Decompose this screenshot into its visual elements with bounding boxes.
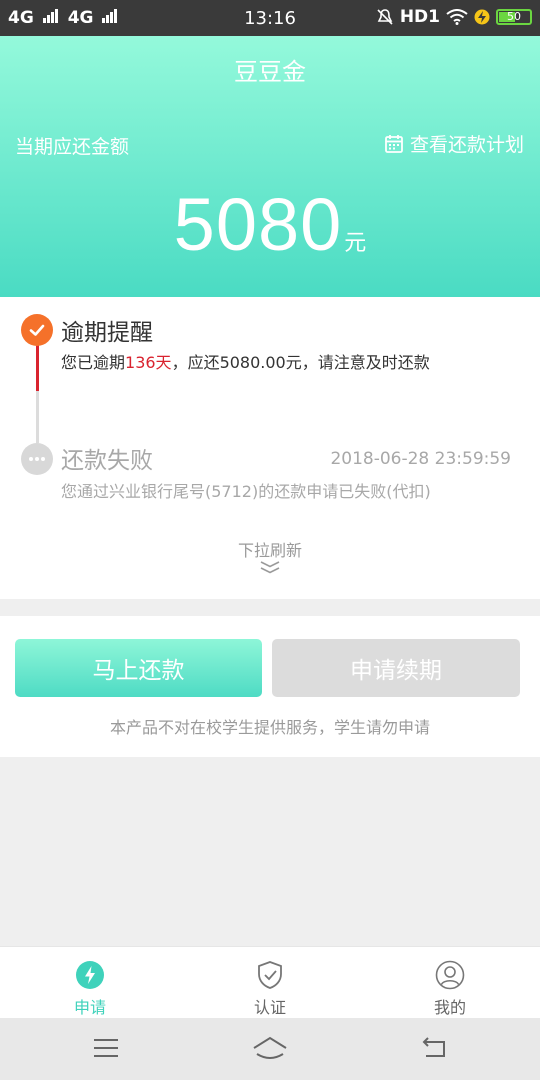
calendar-icon xyxy=(385,134,403,153)
menu-icon[interactable] xyxy=(92,1034,120,1062)
user-icon xyxy=(434,959,466,991)
check-icon xyxy=(21,314,53,346)
home-icon[interactable] xyxy=(252,1034,288,1062)
repay-now-button[interactable]: 马上还款 xyxy=(15,639,262,697)
due-amount-label: 当期应还金额 xyxy=(15,136,130,158)
wifi-icon xyxy=(446,9,468,25)
battery-level: 50 xyxy=(507,10,521,23)
desc-prefix: 您已逾期 xyxy=(61,353,126,372)
bottom-nav: 申请 认证 我的 xyxy=(0,946,540,1018)
action-panel: 马上还款 申请续期 本产品不对在校学生提供服务，学生请勿申请 xyxy=(0,616,540,757)
view-repayment-plan-link[interactable]: 查看还款计划 xyxy=(384,130,524,157)
timeline-connector xyxy=(36,339,39,391)
nav-label: 认证 xyxy=(253,998,286,1017)
repayment-failed-desc: 您通过兴业银行尾号(5712)的还款申请已失败(代扣) xyxy=(61,482,431,501)
double-chevron-down-icon xyxy=(260,561,280,574)
overdue-reminder-desc: 您已逾期136天，应还5080.00元，请注意及时还款 xyxy=(61,349,430,373)
repayment-failed-title: 还款失败 xyxy=(61,448,153,474)
shield-check-icon xyxy=(254,959,286,991)
plan-link-label: 查看还款计划 xyxy=(409,134,524,156)
amount-unit: 元 xyxy=(344,231,367,256)
nav-apply[interactable]: 申请 xyxy=(40,959,140,1018)
back-icon[interactable] xyxy=(420,1034,450,1062)
hd-label: HD1 xyxy=(399,7,440,27)
due-amount: 5080元 xyxy=(0,182,540,267)
repayment-failed-time: 2018-06-28 23:59:59 xyxy=(330,449,511,469)
nav-verify[interactable]: 认证 xyxy=(220,959,320,1018)
mute-icon xyxy=(377,9,393,25)
system-nav-bar xyxy=(0,1018,540,1080)
student-notice: 本产品不对在校学生提供服务，学生请勿申请 xyxy=(109,718,430,737)
page-title: 豆豆金 xyxy=(234,58,306,86)
battery-icon: 50 xyxy=(496,9,532,25)
header: 豆豆金 当期应还金额 查看还款计划 5080元 xyxy=(0,36,540,297)
lightning-icon xyxy=(74,959,106,991)
overdue-days: 136天 xyxy=(125,353,172,372)
nav-label: 我的 xyxy=(433,998,466,1017)
timeline-connector xyxy=(36,391,39,443)
status-bar: 4G 4G 13:16 HD1 50 xyxy=(0,0,540,36)
repayment-timeline: 逾期提醒 您已逾期136天，应还5080.00元，请注意及时还款 还款失败 20… xyxy=(0,297,540,599)
nav-mine[interactable]: 我的 xyxy=(400,959,500,1018)
overdue-reminder-title: 逾期提醒 xyxy=(61,320,153,346)
amount-value: 5080 xyxy=(173,183,343,266)
nav-label: 申请 xyxy=(73,998,106,1017)
more-dots-icon xyxy=(21,443,53,475)
charging-icon xyxy=(474,9,490,25)
apply-extension-button[interactable]: 申请续期 xyxy=(272,639,520,697)
pull-to-refresh-label: 下拉刷新 xyxy=(237,541,302,560)
desc-suffix: ，应还5080.00元，请注意及时还款 xyxy=(171,353,430,372)
